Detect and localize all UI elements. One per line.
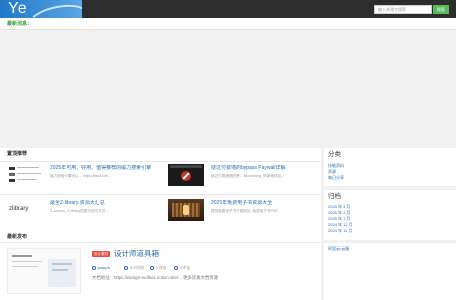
zlibrary-thumbnail: zlibrary (7, 199, 43, 221)
search-input[interactable] (374, 5, 432, 14)
sidebar-archive: 归档 2025 年 3 月 2025 年 2 月 2025 年 1 月 2024… (324, 190, 456, 240)
post-author-name: joseph (98, 265, 110, 270)
comment-icon (174, 265, 178, 270)
news-label: 最新消息： (7, 21, 33, 27)
archive-title: 归档 (328, 193, 341, 200)
user-icon (92, 265, 96, 270)
post-time-value: 9小时前 (130, 265, 145, 270)
top-navbar: Ye 搜索 (0, 0, 456, 18)
category-badge[interactable]: 设计素材 (92, 251, 110, 257)
latest-title: 最新发布 (7, 234, 28, 240)
search-button[interactable]: 搜索 (433, 5, 449, 14)
post-views: 0浏览 (150, 265, 166, 271)
post-title[interactable]: 设计师道具箱 (114, 249, 159, 259)
post-comments-value: 0评论 (180, 265, 191, 270)
sidebar-extra: 阿里云/云服 (324, 243, 456, 300)
sidebar-item-category[interactable]: 每日分享 (328, 175, 344, 181)
post-views-value: 0浏览 (156, 265, 167, 270)
recommend-item-desc: 绕过付费墙指的是... Bloomberg, 财新等网站... (211, 174, 285, 178)
logo-text: Ye (8, 0, 28, 17)
eye-icon (150, 265, 154, 270)
recommend-item-title[interactable]: 最全Z-library 资源大汇总 (50, 200, 166, 207)
recommend-item-desc: 磁力搜索引擎可以... https://btsol.net/ ... (50, 174, 113, 178)
recommend-item[interactable]: 2025年免费电子书资源大全 提供免费电子书下载网站, 免费电子书PDF... (168, 199, 328, 227)
recommend-item-title[interactable]: 2025年可用、好用、值得推荐的磁力搜索引擎 (50, 165, 166, 172)
category-title: 分类 (328, 151, 341, 158)
post-excerpt: 文档地址：https://design-toolbox.notion.site/… (92, 275, 219, 280)
sidebar-extra-link[interactable]: 阿里云/云服 (328, 246, 349, 252)
recommend-item-title[interactable]: 绕过付费墙的bypass Paywall详解 (211, 165, 327, 172)
divider (0, 242, 321, 243)
sidebar-category: 分类 技能资料 资源 每日分享 (324, 148, 456, 186)
divider (0, 194, 321, 195)
recommend-item[interactable]: 2025年可用、好用、值得推荐的磁力搜索引擎 磁力搜索引擎可以... https… (7, 164, 167, 192)
clock-icon (124, 265, 128, 270)
zlibrary-logo-text: zlibrary (9, 206, 29, 212)
post-time: 9小时前 (124, 265, 144, 271)
search-list-thumbnail (7, 164, 43, 186)
recommend-item-desc: Z-Access, Z-library的替代访问方式... (50, 209, 109, 213)
recommend-item[interactable]: 绕过付费墙的bypass Paywall详解 绕过付费墙指的是... Bloom… (168, 164, 328, 192)
library-thumbnail (168, 199, 204, 221)
post-author[interactable]: joseph (92, 265, 110, 271)
news-bar: 最新消息： (0, 18, 456, 30)
site-logo[interactable]: Ye (0, 0, 82, 18)
recommend-section: 置顶推荐 2025年可用、好用、值得推荐的磁力搜索引擎 磁力搜索引擎可以... … (0, 148, 321, 232)
sidebar-item-archive[interactable]: 2024 年 11 月 (328, 228, 352, 234)
post-thumbnail[interactable] (7, 248, 81, 294)
recommend-item[interactable]: zlibrary 最全Z-library 资源大汇总 Z-Access, Z-l… (7, 199, 167, 227)
divider (0, 161, 321, 162)
recommend-item-desc: 提供免费电子书下载网站, 免费电子书PDF... (211, 209, 281, 213)
recommend-item-title[interactable]: 2025年免费电子书资源大全 (211, 200, 327, 207)
recommend-title: 置顶推荐 (7, 151, 28, 157)
logo-swoosh (25, 0, 82, 18)
post-comments[interactable]: 0评论 (174, 265, 190, 271)
bypass-paywall-thumbnail (168, 164, 204, 186)
